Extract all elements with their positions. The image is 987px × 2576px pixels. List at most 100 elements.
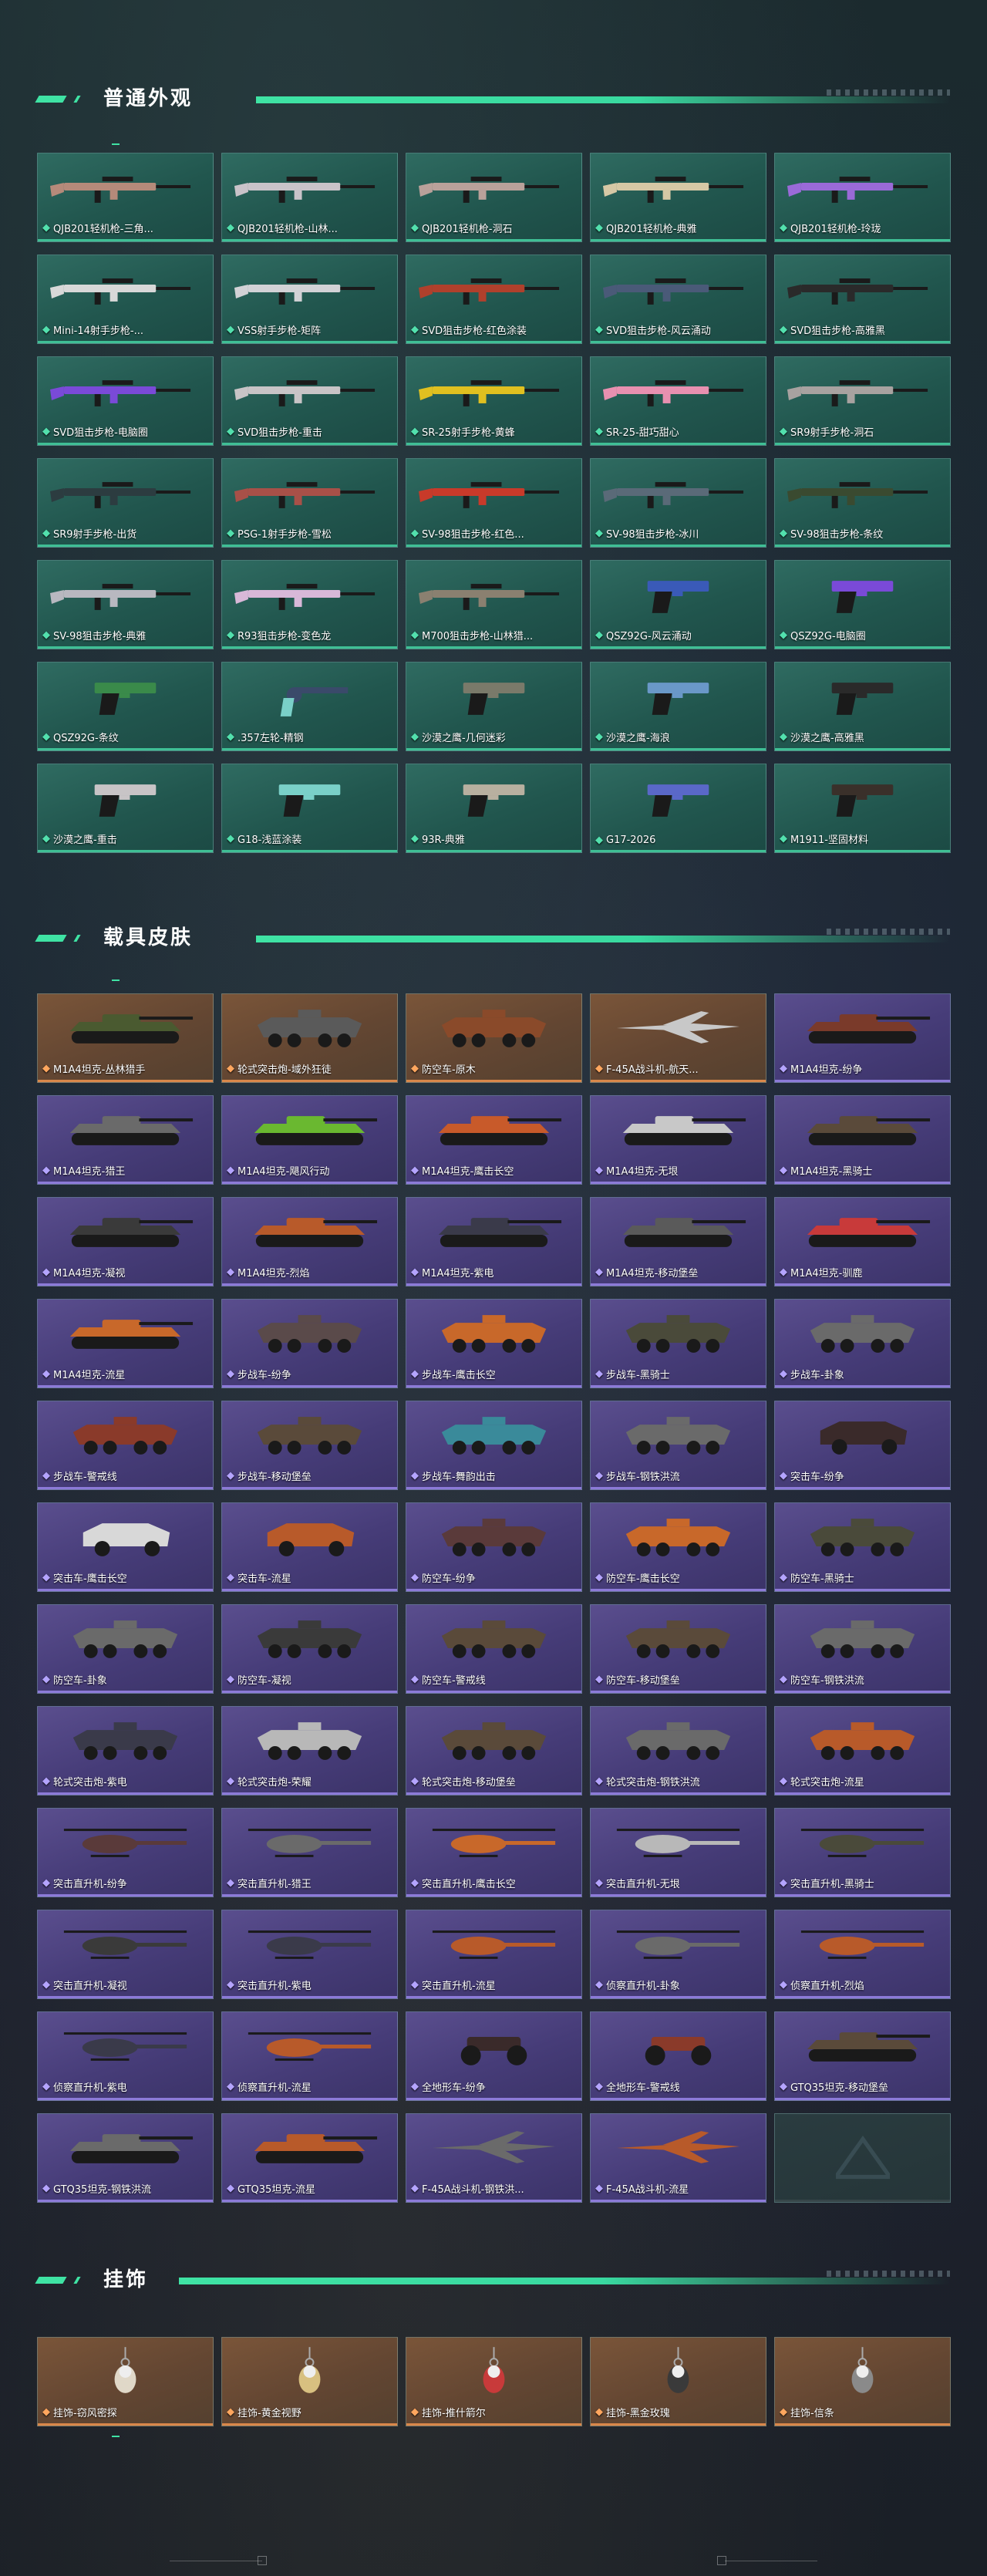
- skin-card[interactable]: ◆ M1A4坦克-移动堡垒: [590, 1197, 766, 1286]
- skin-card[interactable]: ◆ 全地形车-纷争: [406, 2011, 582, 2101]
- skin-card[interactable]: ◆ 沙漠之鹰-海浪: [590, 662, 766, 751]
- skin-card[interactable]: ◆ G17-2026: [590, 764, 766, 853]
- skin-card[interactable]: ◆ 挂饰-黑金玫瑰: [590, 2337, 766, 2426]
- skin-card[interactable]: ◆ M1A4坦克-驯鹿: [774, 1197, 951, 1286]
- skin-card[interactable]: ◆ 防空车-黑骑士: [774, 1502, 951, 1592]
- skin-card[interactable]: ◆ 突击直升机-鹰击长空: [406, 1808, 582, 1897]
- skin-card[interactable]: ◆ 侦察直升机-紫电: [37, 2011, 214, 2101]
- skin-card[interactable]: ◆ 沙漠之鹰-几何迷彩: [406, 662, 582, 751]
- skin-card[interactable]: ◆ F-45A战斗机-钢铁洪...: [406, 2113, 582, 2203]
- skin-card[interactable]: ◆ SVD狙击步枪-电脑圈: [37, 356, 214, 446]
- skin-card[interactable]: ◆ 步战车-黑骑士: [590, 1299, 766, 1388]
- skin-card[interactable]: ◆ M1A4坦克-鹰击长空: [406, 1095, 582, 1185]
- skin-card[interactable]: ◆ 挂饰-窃风密探: [37, 2337, 214, 2426]
- skin-card[interactable]: ◆ SV-98狙击步枪-红色...: [406, 458, 582, 548]
- skin-card[interactable]: ◆ SR-25射手步枪-黄蜂: [406, 356, 582, 446]
- skin-card[interactable]: ◆ QJB201轻机枪-洞石: [406, 153, 582, 242]
- skin-card[interactable]: ◆ G18-浅蓝涂装: [221, 764, 398, 853]
- skin-card[interactable]: ◆ M1A4坦克-猎王: [37, 1095, 214, 1185]
- skin-card[interactable]: ◆ 侦察直升机-烈焰: [774, 1910, 951, 1999]
- skin-card[interactable]: ◆ F-45A战斗机-航天...: [590, 993, 766, 1083]
- skin-card[interactable]: ◆ GTQ35坦克-钢铁洪流: [37, 2113, 214, 2203]
- skin-card[interactable]: ◆ M1A4坦克-烈焰: [221, 1197, 398, 1286]
- skin-card[interactable]: ◆ SV-98狙击步枪-典雅: [37, 560, 214, 649]
- skin-card[interactable]: ◆ QSZ92G-风云涌动: [590, 560, 766, 649]
- skin-card[interactable]: ◆ PSG-1射手步枪-雪松: [221, 458, 398, 548]
- skin-card[interactable]: ◆ 突击直升机-无垠: [590, 1808, 766, 1897]
- skin-card[interactable]: ◆ 全地形车-警戒线: [590, 2011, 766, 2101]
- skin-card[interactable]: ◆ 突击直升机-猎王: [221, 1808, 398, 1897]
- skin-card[interactable]: ◆ GTQ35坦克-移动堡垒: [774, 2011, 951, 2101]
- skin-card[interactable]: ◆ 沙漠之鹰-高雅黑: [774, 662, 951, 751]
- skin-card[interactable]: ◆ 突击车-鹰击长空: [37, 1502, 214, 1592]
- skin-card[interactable]: ◆ 突击直升机-凝视: [37, 1910, 214, 1999]
- skin-card[interactable]: ◆ QJB201轻机枪-玲珑: [774, 153, 951, 242]
- skin-card[interactable]: ◆ 防空车-凝视: [221, 1604, 398, 1694]
- skin-card[interactable]: ◆ R93狙击步枪-变色龙: [221, 560, 398, 649]
- skin-card[interactable]: ◆ 侦察直升机-卦象: [590, 1910, 766, 1999]
- skin-card[interactable]: ◆ M1A4坦克-纷争: [774, 993, 951, 1083]
- skin-card[interactable]: ◆ M1A4坦克-黑骑士: [774, 1095, 951, 1185]
- skin-card[interactable]: ◆ M1A4坦克-无垠: [590, 1095, 766, 1185]
- skin-card[interactable]: ◆ 轮式突击炮-移动堡垒: [406, 1706, 582, 1795]
- skin-card[interactable]: ◆ SVD狙击步枪-重击: [221, 356, 398, 446]
- skin-card[interactable]: ◆ 轮式突击炮-域外狂徒: [221, 993, 398, 1083]
- skin-card[interactable]: ◆ 防空车-移动堡垒: [590, 1604, 766, 1694]
- skin-card[interactable]: ◆ 突击直升机-黑骑士: [774, 1808, 951, 1897]
- skin-card[interactable]: ◆ 突击直升机-流星: [406, 1910, 582, 1999]
- skin-card[interactable]: ◆ QSZ92G-条纹: [37, 662, 214, 751]
- skin-card[interactable]: ◆ SVD狙击步枪-红色涂装: [406, 255, 582, 344]
- skin-card[interactable]: ◆ .357左轮-精钢: [221, 662, 398, 751]
- skin-card[interactable]: ◆ 挂饰-信条: [774, 2337, 951, 2426]
- skin-card[interactable]: ◆ M1A4坦克-凝视: [37, 1197, 214, 1286]
- skin-card[interactable]: ◆ 步战车-舞韵出击: [406, 1401, 582, 1490]
- skin-card[interactable]: ◆ 突击直升机-紫电: [221, 1910, 398, 1999]
- skin-card[interactable]: ◆ 步战车-纷争: [221, 1299, 398, 1388]
- skin-card[interactable]: ◆ 步战车-卦象: [774, 1299, 951, 1388]
- skin-card[interactable]: ◆ GTQ35坦克-流星: [221, 2113, 398, 2203]
- skin-card[interactable]: ◆ QJB201轻机枪-典雅: [590, 153, 766, 242]
- skin-card[interactable]: ◆ SVD狙击步枪-风云涌动: [590, 255, 766, 344]
- skin-card[interactable]: ◆ SR9射手步枪-洞石: [774, 356, 951, 446]
- skin-card[interactable]: ◆ SR9射手步枪-出货: [37, 458, 214, 548]
- skin-card[interactable]: ◆ QJB201轻机枪-三角...: [37, 153, 214, 242]
- skin-card[interactable]: ◆ 防空车-钢铁洪流: [774, 1604, 951, 1694]
- skin-card[interactable]: ◆ Mini-14射手步枪-...: [37, 255, 214, 344]
- skin-card[interactable]: ◆ 突击直升机-纷争: [37, 1808, 214, 1897]
- skin-card[interactable]: ◆ SV-98狙击步枪-冰川: [590, 458, 766, 548]
- rarity-diamond-icon: ◆: [42, 1877, 50, 1889]
- skin-card[interactable]: ◆ 步战车-钢铁洪流: [590, 1401, 766, 1490]
- skin-card[interactable]: ◆ 防空车-警戒线: [406, 1604, 582, 1694]
- skin-card[interactable]: ◆ M1A4坦克-飓风行动: [221, 1095, 398, 1185]
- skin-card[interactable]: ◆ 防空车-纷争: [406, 1502, 582, 1592]
- skin-card[interactable]: ◆ 防空车-原木: [406, 993, 582, 1083]
- skin-card[interactable]: ◆ 步战车-移动堡垒: [221, 1401, 398, 1490]
- skin-card[interactable]: ◆ QSZ92G-电脑圈: [774, 560, 951, 649]
- skin-card[interactable]: ◆ VSS射手步枪-矩阵: [221, 255, 398, 344]
- skin-card[interactable]: ◆ 轮式突击炮-流星: [774, 1706, 951, 1795]
- skin-card[interactable]: ◆ 轮式突击炮-紫电: [37, 1706, 214, 1795]
- skin-card[interactable]: ◆ 挂饰-黄金视野: [221, 2337, 398, 2426]
- skin-card[interactable]: ◆ M1911-坚固材料: [774, 764, 951, 853]
- skin-card[interactable]: ◆ M1A4坦克-流星: [37, 1299, 214, 1388]
- skin-card[interactable]: ◆ M1A4坦克-紫电: [406, 1197, 582, 1286]
- skin-card[interactable]: ◆ 防空车-卦象: [37, 1604, 214, 1694]
- skin-card[interactable]: ◆ SV-98狙击步枪-条纹: [774, 458, 951, 548]
- skin-card[interactable]: ◆ F-45A战斗机-流星: [590, 2113, 766, 2203]
- skin-card[interactable]: ◆ 挂饰-推什箭尔: [406, 2337, 582, 2426]
- skin-card[interactable]: ◆ QJB201轻机枪-山林...: [221, 153, 398, 242]
- skin-card[interactable]: ◆ 突击车-流星: [221, 1502, 398, 1592]
- skin-card[interactable]: ◆ 轮式突击炮-钢铁洪流: [590, 1706, 766, 1795]
- skin-card[interactable]: ◆ 突击车-纷争: [774, 1401, 951, 1490]
- skin-card[interactable]: ◆ 沙漠之鹰-重击: [37, 764, 214, 853]
- skin-card[interactable]: ◆ 侦察直升机-流星: [221, 2011, 398, 2101]
- skin-card[interactable]: ◆ 轮式突击炮-荣耀: [221, 1706, 398, 1795]
- skin-card[interactable]: ◆ 步战车-警戒线: [37, 1401, 214, 1490]
- skin-card[interactable]: ◆ M1A4坦克-丛林猎手: [37, 993, 214, 1083]
- skin-card[interactable]: ◆ 防空车-鹰击长空: [590, 1502, 766, 1592]
- skin-card[interactable]: ◆ 93R-典雅: [406, 764, 582, 853]
- skin-card[interactable]: ◆ SVD狙击步枪-高雅黑: [774, 255, 951, 344]
- skin-card[interactable]: ◆ M700狙击步枪-山林猎...: [406, 560, 582, 649]
- skin-card[interactable]: ◆ 步战车-鹰击长空: [406, 1299, 582, 1388]
- skin-card[interactable]: ◆ SR-25-甜巧甜心: [590, 356, 766, 446]
